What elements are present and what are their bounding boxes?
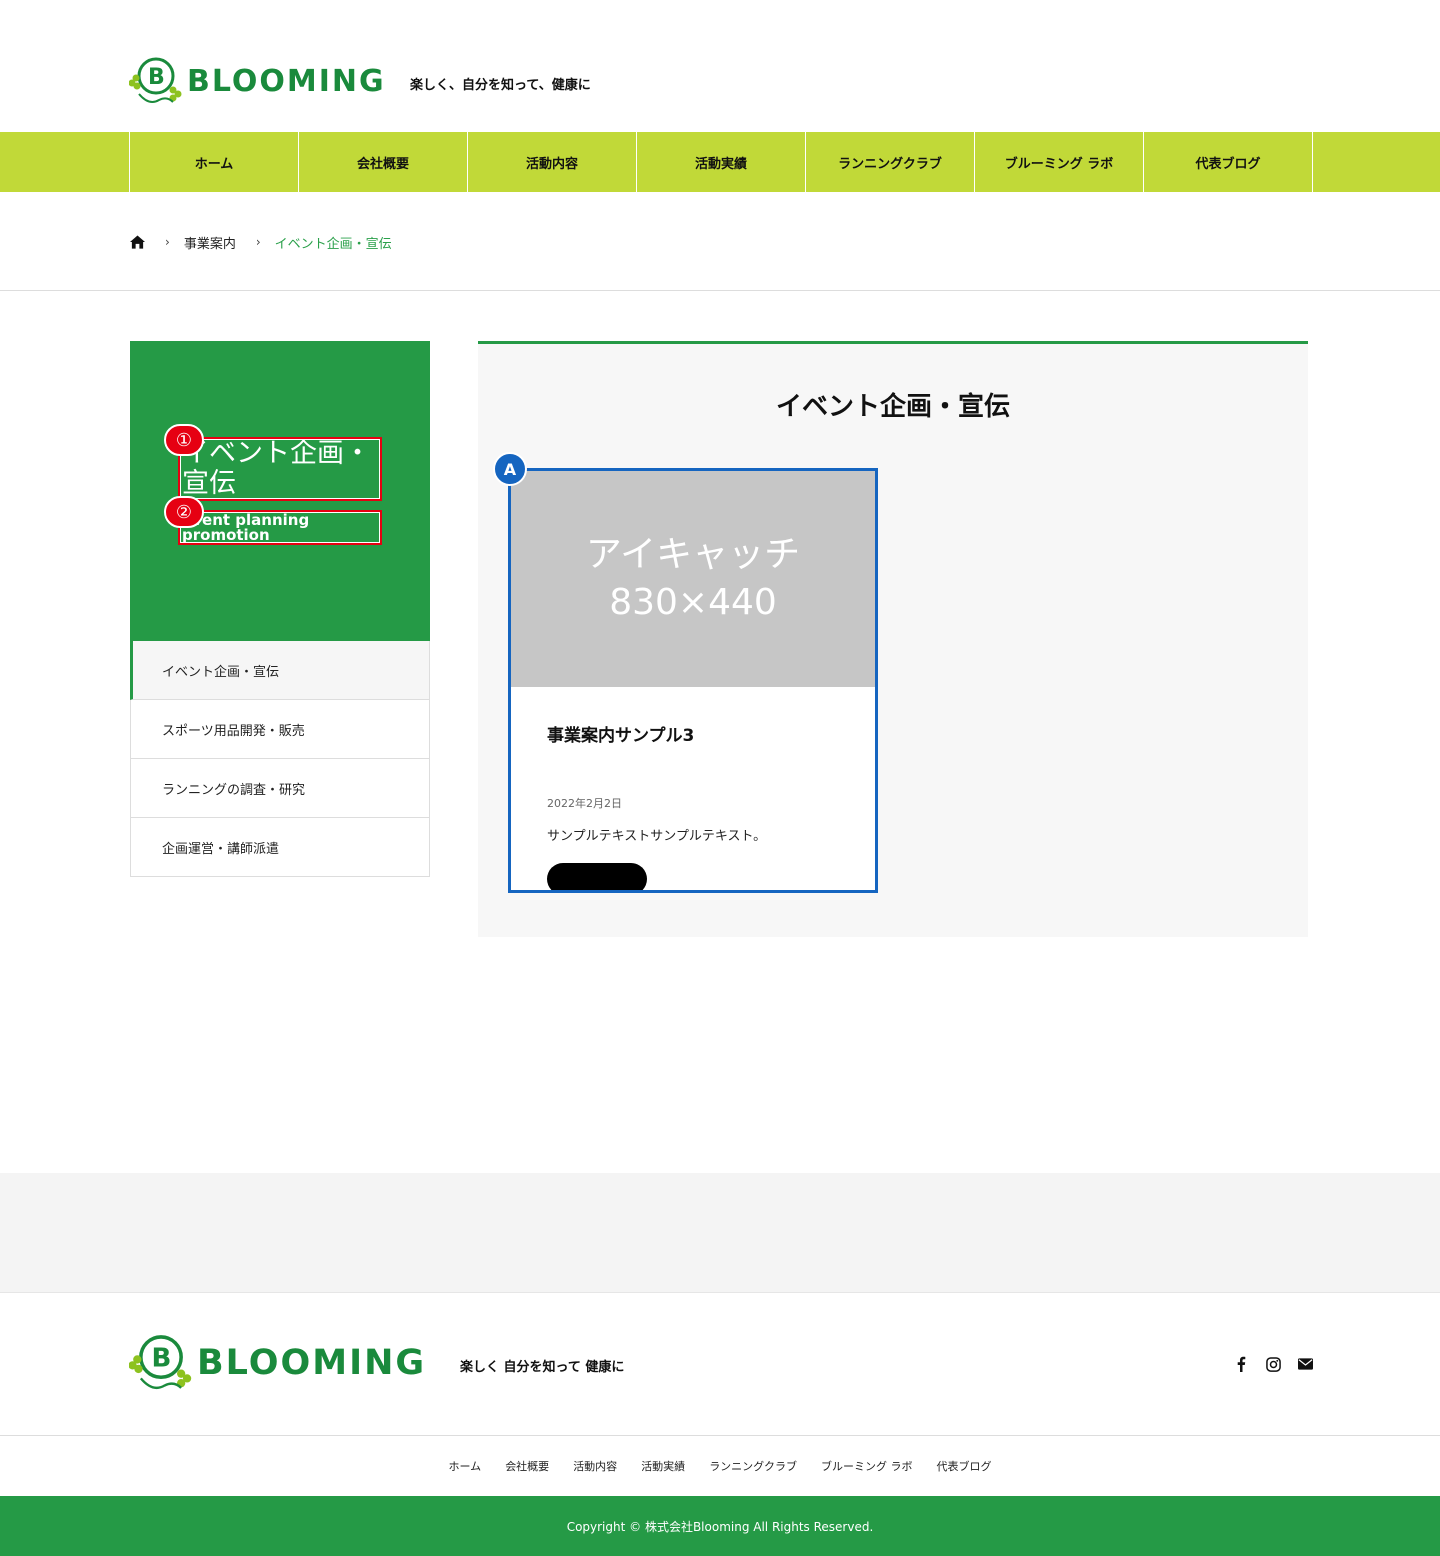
global-nav: ホーム 会社概要 活動内容 活動実績 ランニングクラブ ブルーミング ラボ 代表… (0, 132, 1440, 192)
sidebar-subtitle: Event planning promotion (178, 510, 382, 545)
mail-icon[interactable] (1296, 1355, 1314, 1373)
sidebar-item-running-research[interactable]: ランニングの調査・研究 (130, 759, 430, 818)
annotation-marker-1: ① (164, 424, 204, 456)
sidebar-menu: イベント企画・宣伝 スポーツ用品開発・販売 ランニングの調査・研究 企画運営・講… (130, 641, 430, 877)
sidebar-header: イベント企画・宣伝 Event planning promotion ① ② (130, 341, 430, 641)
footer-nav-lab[interactable]: ブルーミング ラボ (809, 1458, 925, 1474)
breadcrumb-current: イベント企画・宣伝 (274, 236, 392, 252)
footer-tagline: 楽しく 自分を知って 健康に (460, 1360, 625, 1375)
thumbnail-size: 830×440 (609, 582, 777, 623)
chevron-right-icon: › (165, 235, 170, 249)
gnav-item-blog[interactable]: 代表ブログ (1144, 132, 1313, 192)
copyright: Copyright © 株式会社Blooming All Rights Rese… (0, 1496, 1440, 1556)
header-tagline: 楽しく、自分を知って、健康に (410, 78, 591, 93)
site-header: B BLOOMING 楽しく、自分を知って、健康に (0, 0, 1440, 132)
read-more-button[interactable] (547, 863, 647, 890)
svg-text:B: B (152, 1344, 172, 1374)
logo-mark-icon: B (129, 57, 182, 103)
logo-text: BLOOMING (187, 63, 386, 99)
footer-nav-activities[interactable]: 活動内容 (561, 1458, 629, 1474)
footer-logo[interactable]: B BLOOMING (129, 1331, 426, 1395)
thumbnail-label: アイキャッチ (585, 534, 801, 575)
footer-logo-text: BLOOMING (197, 1343, 427, 1383)
breadcrumb: › 事業案内 › イベント企画・宣伝 (130, 232, 392, 252)
facebook-icon[interactable] (1232, 1355, 1250, 1373)
gnav-item-home[interactable]: ホーム (130, 132, 299, 192)
annotation-marker-2: ② (164, 496, 204, 528)
chevron-right-icon: › (255, 235, 261, 249)
footer-nav-results[interactable]: 活動実績 (629, 1458, 697, 1474)
site-logo[interactable]: B BLOOMING (129, 54, 386, 108)
gnav-item-results[interactable]: 活動実績 (637, 132, 806, 192)
footer-nav-company[interactable]: 会社概要 (493, 1458, 561, 1474)
gnav-item-lab[interactable]: ブルーミング ラボ (975, 132, 1144, 192)
footer-nav: ホーム 会社概要 活動内容 活動実績 ランニングクラブ ブルーミング ラボ 代表… (0, 1458, 1440, 1474)
sidebar-title: イベント企画・宣伝 (178, 437, 382, 501)
card-date: 2022年2月2日 (547, 797, 622, 810)
sidebar-item-event-planning[interactable]: イベント企画・宣伝 (130, 641, 430, 700)
logo-mark-icon: B (129, 1335, 192, 1390)
gnav-item-activities[interactable]: 活動内容 (468, 132, 637, 192)
footer-nav-home[interactable]: ホーム (437, 1458, 494, 1474)
footer-nav-blog[interactable]: 代表ブログ (924, 1458, 1003, 1474)
sidebar-item-sports-goods[interactable]: スポーツ用品開発・販売 (130, 700, 430, 759)
footer-band (0, 1173, 1440, 1293)
annotation-marker-a: A (493, 452, 527, 486)
breadcrumb-item-business[interactable]: 事業案内 (184, 233, 236, 252)
home-icon[interactable] (130, 235, 145, 249)
footer-nav-running-club[interactable]: ランニングクラブ (697, 1458, 809, 1474)
divider (0, 1435, 1440, 1436)
social-links (1232, 1355, 1314, 1373)
gnav-item-company[interactable]: 会社概要 (299, 132, 468, 192)
instagram-icon[interactable] (1264, 1355, 1282, 1373)
svg-text:B: B (148, 65, 165, 90)
gnav-item-running-club[interactable]: ランニングクラブ (806, 132, 975, 192)
divider (0, 290, 1440, 291)
page-title: イベント企画・宣伝 (775, 392, 1010, 422)
card-title[interactable]: 事業案内サンプル3 (547, 721, 694, 746)
card-excerpt: サンプルテキストサンプルテキスト。 (547, 829, 767, 844)
card-thumbnail[interactable]: アイキャッチ 830×440 (511, 471, 875, 687)
sidebar-item-instructor-dispatch[interactable]: 企画運営・講師派遣 (130, 818, 430, 877)
article-card[interactable]: アイキャッチ 830×440 事業案内サンプル3 2022年2月2日 サンプルテ… (508, 468, 878, 893)
main-panel: イベント企画・宣伝 アイキャッチ 830×440 事業案内サンプル3 2022年… (478, 341, 1308, 937)
